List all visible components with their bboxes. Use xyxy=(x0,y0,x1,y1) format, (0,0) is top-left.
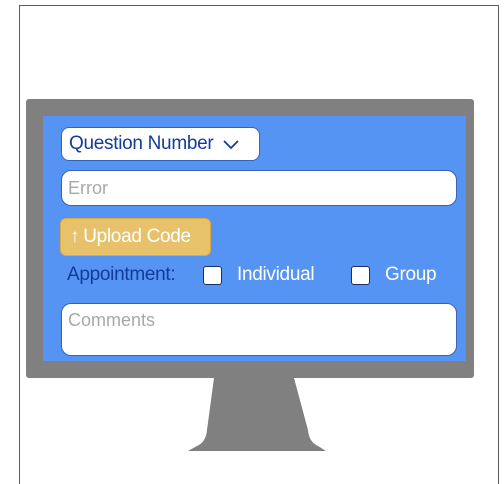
arrow-up-icon: ↑ xyxy=(70,226,80,247)
upload-code-button-label: Upload Code xyxy=(83,226,191,247)
question-number-dropdown-value: Question Number xyxy=(69,133,214,154)
group-checkbox[interactable] xyxy=(351,266,370,285)
question-number-dropdown[interactable]: Question Number xyxy=(61,127,260,161)
group-checkbox-label[interactable]: Group xyxy=(385,264,437,286)
upload-code-button[interactable]: ↑ Upload Code xyxy=(60,218,211,256)
comments-textarea[interactable]: Comments xyxy=(61,303,457,356)
individual-checkbox[interactable] xyxy=(203,266,222,285)
appointment-label: Appointment: xyxy=(67,264,176,285)
individual-checkbox-label[interactable]: Individual xyxy=(237,264,315,286)
chevron-down-icon xyxy=(223,140,240,150)
error-input[interactable]: Error xyxy=(61,170,457,206)
